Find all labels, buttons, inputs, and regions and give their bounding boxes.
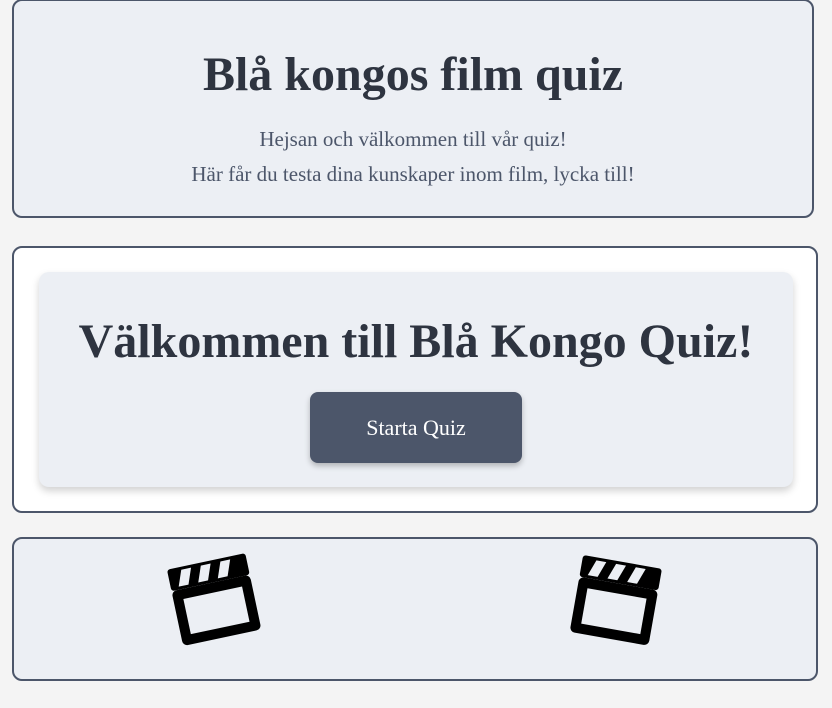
page-title: Blå kongos film quiz [202,48,624,101]
intro-line: Här får du testa dina kunskaper inom fil… [191,162,635,186]
welcome-title: Välkommen till Blå Kongo Quiz! [78,315,754,368]
clapperboard-icon [570,555,662,645]
clapperboard-icon [167,553,261,646]
welcome-line: Hejsan och välkommen till vår quiz! [259,127,567,151]
welcome-card: Välkommen till Blå Kongo Quiz! Starta Qu… [39,272,793,487]
header-section: Blå kongos film quiz Hejsan och välkomme… [12,0,814,218]
start-quiz-button[interactable]: Starta Quiz [310,392,522,463]
quiz-container: Välkommen till Blå Kongo Quiz! Starta Qu… [12,246,818,513]
footer-section [12,537,818,681]
